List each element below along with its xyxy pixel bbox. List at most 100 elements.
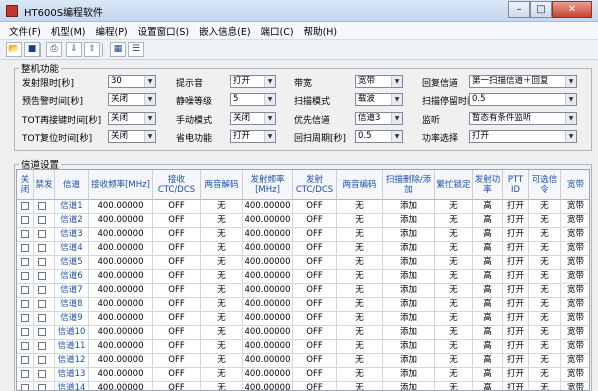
disable-checkbox[interactable]: [21, 258, 29, 266]
table-cell[interactable]: 400.00000: [243, 228, 293, 242]
table-cell[interactable]: 无: [337, 382, 383, 390]
table-cell[interactable]: 无: [529, 270, 561, 284]
table-cell[interactable]: 无: [337, 340, 383, 354]
setting-dropdown[interactable]: 信道3 ▼: [355, 112, 403, 125]
channel-name[interactable]: 信道3: [55, 228, 89, 242]
tx-inhibit-checkbox[interactable]: [38, 314, 46, 322]
table-cell[interactable]: 400.00000: [243, 312, 293, 326]
table-cell[interactable]: OFF: [153, 284, 201, 298]
table-cell[interactable]: OFF: [293, 270, 337, 284]
setting-dropdown[interactable]: 5 ▼: [230, 93, 276, 106]
table-cell[interactable]: 无: [435, 354, 473, 368]
channel-name[interactable]: 信道6: [55, 270, 89, 284]
table-cell[interactable]: 400.00000: [89, 298, 153, 312]
table-cell[interactable]: 宽带: [561, 270, 589, 284]
disable-checkbox[interactable]: [21, 272, 29, 280]
setting-dropdown[interactable]: 0.5 ▼: [355, 130, 403, 143]
table-cell[interactable]: OFF: [153, 312, 201, 326]
table-cell[interactable]: 添加: [383, 312, 435, 326]
table-cell[interactable]: 高: [473, 228, 503, 242]
table-cell[interactable]: 无: [201, 200, 243, 214]
table-cell[interactable]: 无: [435, 298, 473, 312]
table-cell[interactable]: 400.00000: [243, 270, 293, 284]
channel-name[interactable]: 信道14: [55, 382, 89, 390]
table-cell[interactable]: 高: [473, 354, 503, 368]
table-cell[interactable]: 无: [435, 256, 473, 270]
table-cell[interactable]: 无: [435, 200, 473, 214]
table-cell[interactable]: 400.00000: [243, 256, 293, 270]
table-cell[interactable]: 400.00000: [89, 200, 153, 214]
table-cell[interactable]: 高: [473, 340, 503, 354]
table-cell[interactable]: 无: [529, 228, 561, 242]
table-cell[interactable]: 宽带: [561, 228, 589, 242]
disable-checkbox[interactable]: [21, 342, 29, 350]
table-cell[interactable]: 无: [337, 214, 383, 228]
table-cell[interactable]: 宽带: [561, 214, 589, 228]
table-cell[interactable]: 无: [337, 270, 383, 284]
table-cell[interactable]: 无: [201, 214, 243, 228]
table-cell[interactable]: 打开: [503, 228, 529, 242]
table-cell[interactable]: 打开: [503, 298, 529, 312]
table-cell[interactable]: OFF: [153, 382, 201, 390]
table-cell[interactable]: OFF: [153, 256, 201, 270]
table-cell[interactable]: 宽带: [561, 354, 589, 368]
table-cell[interactable]: 400.00000: [89, 312, 153, 326]
list-view-icon[interactable]: ☰: [128, 42, 144, 57]
setting-dropdown[interactable]: 第一扫描信道＋回复 ▼: [469, 75, 577, 88]
table-cell[interactable]: 无: [529, 382, 561, 390]
table-cell[interactable]: 无: [337, 354, 383, 368]
table-cell[interactable]: 无: [201, 326, 243, 340]
table-cell[interactable]: 400.00000: [243, 242, 293, 256]
table-cell[interactable]: 无: [529, 340, 561, 354]
disable-checkbox[interactable]: [21, 328, 29, 336]
channel-name[interactable]: 信道9: [55, 312, 89, 326]
table-cell[interactable]: OFF: [153, 298, 201, 312]
grid-view-icon[interactable]: ▦: [110, 42, 126, 57]
table-cell[interactable]: 400.00000: [243, 340, 293, 354]
table-cell[interactable]: 打开: [503, 368, 529, 382]
read-icon[interactable]: ⇩: [66, 42, 82, 57]
table-cell[interactable]: 无: [337, 200, 383, 214]
disable-checkbox[interactable]: [21, 202, 29, 210]
table-cell[interactable]: 400.00000: [89, 340, 153, 354]
table-cell[interactable]: 无: [435, 242, 473, 256]
write-icon[interactable]: ⇧: [84, 42, 100, 57]
table-cell[interactable]: 打开: [503, 200, 529, 214]
table-cell[interactable]: 添加: [383, 214, 435, 228]
table-cell[interactable]: 无: [529, 214, 561, 228]
channel-name[interactable]: 信道8: [55, 298, 89, 312]
disable-checkbox[interactable]: [21, 314, 29, 322]
table-cell[interactable]: 无: [529, 284, 561, 298]
menu-item-5[interactable]: 端口(C): [256, 24, 299, 38]
channel-name[interactable]: 信道13: [55, 368, 89, 382]
table-cell[interactable]: OFF: [293, 368, 337, 382]
tx-inhibit-checkbox[interactable]: [38, 286, 46, 294]
table-cell[interactable]: 无: [435, 228, 473, 242]
setting-dropdown[interactable]: 30 ▼: [108, 75, 156, 88]
table-cell[interactable]: 宽带: [561, 298, 589, 312]
table-cell[interactable]: 无: [435, 312, 473, 326]
setting-dropdown[interactable]: 打开 ▼: [469, 130, 577, 143]
table-cell[interactable]: 无: [337, 228, 383, 242]
table-cell[interactable]: 高: [473, 326, 503, 340]
channel-name[interactable]: 信道7: [55, 284, 89, 298]
tx-inhibit-checkbox[interactable]: [38, 356, 46, 364]
table-cell[interactable]: 添加: [383, 200, 435, 214]
table-cell[interactable]: 无: [435, 284, 473, 298]
table-cell[interactable]: 400.00000: [243, 298, 293, 312]
table-cell[interactable]: 无: [201, 242, 243, 256]
table-cell[interactable]: 无: [435, 368, 473, 382]
table-cell[interactable]: 无: [337, 326, 383, 340]
table-cell[interactable]: OFF: [153, 270, 201, 284]
table-cell[interactable]: 添加: [383, 284, 435, 298]
table-cell[interactable]: 添加: [383, 382, 435, 390]
table-cell[interactable]: 400.00000: [89, 368, 153, 382]
table-cell[interactable]: 宽带: [561, 256, 589, 270]
table-cell[interactable]: 无: [201, 284, 243, 298]
table-cell[interactable]: 400.00000: [243, 326, 293, 340]
disable-checkbox[interactable]: [21, 230, 29, 238]
table-cell[interactable]: 打开: [503, 214, 529, 228]
table-cell[interactable]: 添加: [383, 228, 435, 242]
table-cell[interactable]: 无: [337, 312, 383, 326]
table-cell[interactable]: 宽带: [561, 340, 589, 354]
